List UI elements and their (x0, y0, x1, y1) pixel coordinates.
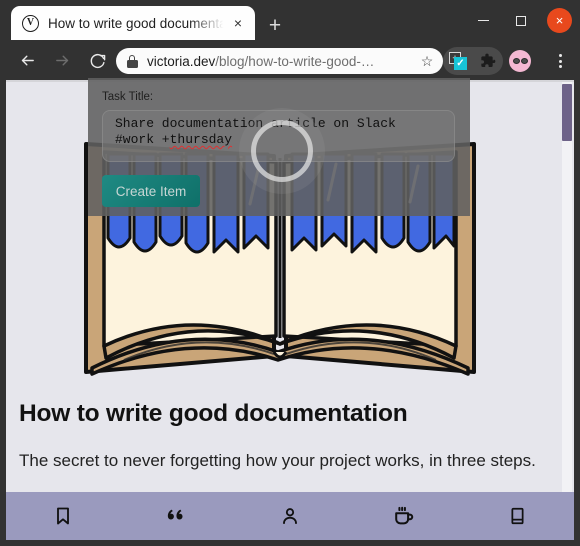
close-window-button[interactable]: × (547, 8, 572, 33)
coffee-icon (394, 506, 413, 525)
menu-dot (558, 54, 562, 57)
todo-extension-button[interactable]: + ✓ (443, 47, 473, 75)
nav-reading[interactable] (460, 492, 574, 540)
menu-dot (558, 65, 562, 68)
puzzle-icon (481, 53, 496, 67)
minimize-button[interactable] (471, 9, 495, 33)
nav-support[interactable] (347, 492, 461, 540)
page-scrollbar-thumb[interactable] (562, 84, 572, 141)
quote-icon (168, 509, 183, 520)
browser-menu-button[interactable] (548, 48, 572, 74)
victoria-dev-favicon: V (22, 14, 39, 32)
reload-button[interactable] (82, 45, 112, 75)
maximize-button[interactable] (509, 9, 533, 33)
page-subtitle: The secret to never forgetting how your … (19, 451, 536, 470)
back-arrow-icon (21, 55, 34, 65)
page-scrollbar-track[interactable] (562, 82, 572, 538)
bookmark-star-icon[interactable]: ☆ (418, 53, 436, 70)
article-content: How to write good documentation The secr… (19, 400, 549, 474)
task-input-line-1: Share documentation article on Slack (115, 116, 396, 131)
reload-icon (90, 53, 105, 68)
lock-icon (127, 54, 138, 68)
create-task-modal: Task Title: Share documentation article … (88, 78, 470, 216)
maximize-icon (516, 15, 526, 26)
new-tab-button[interactable]: + (262, 12, 288, 38)
url-path: /blog/how-to-write-good-… (215, 53, 375, 69)
task-input-line-2-prefix: #work + (115, 131, 170, 147)
task-title-label: Task Title: (102, 91, 154, 103)
person-icon (283, 508, 297, 524)
window-controls: × (471, 8, 572, 33)
minimize-icon (477, 19, 489, 22)
task-input-spellcheck-word: thursday (169, 131, 233, 147)
nav-bookmarks[interactable] (6, 492, 120, 540)
tab-close-icon[interactable]: × (229, 14, 247, 32)
page-title: How to write good documentation (19, 400, 408, 427)
profile-avatar[interactable] (509, 50, 531, 72)
browser-tab[interactable]: V How to write good documentation × (11, 6, 255, 40)
address-bar[interactable]: victoria.dev/blog/how-to-write-good-… ☆ (116, 48, 443, 74)
menu-dot (558, 59, 562, 63)
forward-button[interactable] (47, 45, 77, 75)
bookmark-icon (56, 507, 69, 525)
todo-checkbox-icon: + ✓ (449, 52, 467, 70)
nav-about[interactable] (233, 492, 347, 540)
url-text: victoria.dev/blog/how-to-write-good-… (147, 54, 418, 69)
url-domain: victoria.dev (147, 53, 216, 69)
task-title-input[interactable]: Share documentation article on Slack #wor… (102, 110, 455, 162)
extensions-menu-button[interactable] (473, 47, 503, 75)
site-bottom-nav (6, 492, 574, 540)
create-item-button[interactable]: Create Item (102, 175, 200, 207)
browser-window: V How to write good documentation × + × (0, 0, 580, 546)
sunglasses-icon (512, 58, 528, 64)
extensions-area: + ✓ (443, 47, 531, 75)
back-button[interactable] (12, 45, 42, 75)
todo-check-glyph: ✓ (454, 57, 467, 70)
forward-arrow-icon (55, 55, 68, 65)
tab-title: How to write good documentation (48, 15, 229, 31)
tab-strip: V How to write good documentation × + × (0, 0, 580, 40)
book-icon (511, 507, 524, 525)
nav-quotes[interactable] (120, 492, 234, 540)
